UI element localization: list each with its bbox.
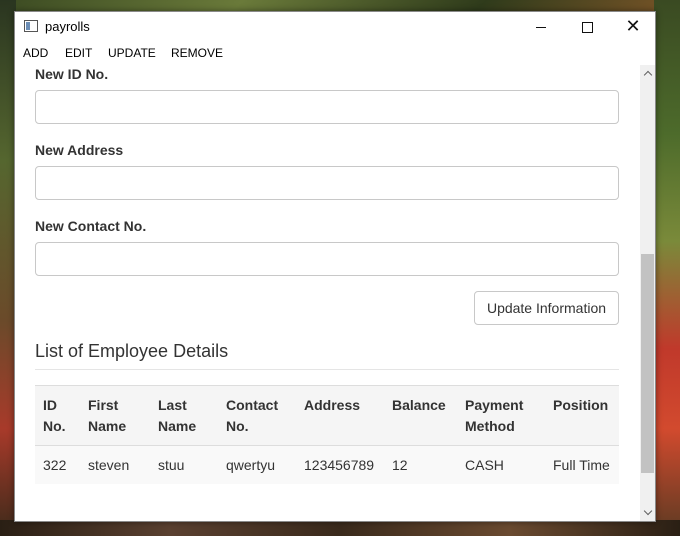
menu-edit[interactable]: EDIT [65, 46, 92, 60]
menu-remove[interactable]: REMOVE [171, 46, 223, 60]
column-header-last-name: Last Name [150, 385, 218, 446]
address-label: New Address [35, 142, 124, 158]
cell-address: 123456789 [304, 457, 375, 473]
column-header-address: Address [296, 385, 384, 446]
vertical-scrollbar[interactable] [640, 65, 655, 521]
column-header-first-name: First Name [80, 385, 150, 446]
scrollbar-thumb[interactable] [641, 254, 654, 473]
menu-update[interactable]: UPDATE [108, 46, 156, 60]
id-label: New ID No. [35, 66, 109, 82]
minimize-button[interactable] [518, 12, 564, 42]
cell-id: 322 [43, 457, 67, 473]
column-header-payment-method: Payment Method [457, 385, 545, 446]
update-information-button[interactable]: Update Information [474, 291, 619, 325]
employee-list-title: List of Employee Details [35, 341, 229, 361]
close-button[interactable]: ✕ [610, 12, 656, 42]
scroll-up-button[interactable] [640, 65, 655, 82]
app-window: payrolls ✕ ADD EDIT UPDATE REMOVE New ID… [14, 11, 656, 522]
table-header-row: ID No. First Name Last Name Contact No. … [35, 385, 619, 446]
app-window-icon [24, 20, 38, 32]
scroll-down-button[interactable] [640, 504, 655, 521]
cell-last-name: stuu [158, 457, 185, 473]
desktop-background-right [654, 0, 680, 536]
cell-position: Full Time [553, 457, 610, 473]
column-header-id: ID No. [35, 385, 80, 446]
column-header-contact: Contact No. [218, 385, 296, 446]
cell-balance: 12 [392, 457, 408, 473]
address-input[interactable] [35, 166, 619, 200]
cell-contact: qwertyu [226, 457, 276, 473]
cell-first-name: steven [88, 457, 130, 473]
column-header-balance: Balance [384, 385, 457, 446]
window-title: payrolls [45, 19, 90, 34]
scroll-content: New ID No. New Address New Contact No. U… [15, 65, 640, 521]
maximize-button[interactable] [564, 12, 610, 42]
menu-add[interactable]: ADD [23, 46, 48, 60]
close-icon: ✕ [625, 16, 641, 37]
chevron-down-icon [643, 506, 652, 516]
employee-table: ID No. First Name Last Name Contact No. … [35, 385, 619, 484]
section-divider [35, 369, 619, 370]
title-bar[interactable]: payrolls ✕ [15, 12, 655, 42]
maximize-icon [581, 21, 593, 33]
contact-label: New Contact No. [35, 218, 147, 234]
desktop-background-bottom [0, 520, 680, 536]
minimize-icon [536, 26, 546, 28]
table-row[interactable]: 322 steven stuu qwertyu 123456789 12 CAS… [35, 445, 619, 484]
chevron-up-icon [643, 70, 652, 80]
contact-input[interactable] [35, 242, 619, 276]
column-header-position: Position [545, 385, 619, 446]
id-input[interactable] [35, 90, 619, 124]
menu-bar: ADD EDIT UPDATE REMOVE [15, 44, 655, 64]
cell-payment-method: CASH [465, 457, 504, 473]
